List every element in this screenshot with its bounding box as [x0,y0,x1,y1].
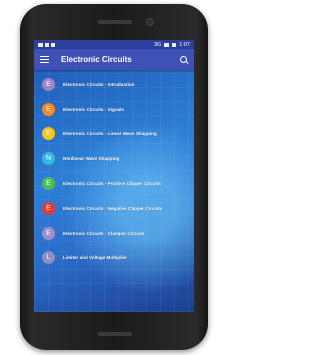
list-item[interactable]: E Electronic Circuits - Positive Clipper… [34,171,194,196]
list-item-label: Electronic Circuits - Introduction [63,81,135,87]
status-bar: 3G 1:07 [34,40,194,49]
list-item[interactable]: L Limiter and Voltage Multiplier [34,246,194,271]
signal-icon [164,42,170,47]
clock-time: 1:07 [179,41,190,48]
list-item[interactable]: E Electronic Circuits - Signals [34,97,194,122]
letter-avatar: L [42,251,55,265]
list-item[interactable]: E Electronic Circuits - Negative Clipper… [34,196,194,221]
front-camera [146,18,154,26]
network-type-text: 3G [153,41,162,48]
letter-avatar: E [42,201,55,215]
notification-icon [38,42,43,47]
chapter-list: E Electronic Circuits - Introduction E E… [34,70,194,270]
letter-avatar: E [42,177,55,191]
letter-avatar: E [42,102,55,116]
letter-avatar: E [42,77,55,91]
earpiece-speaker [98,20,132,24]
list-item-label: Limiter and Voltage Multiplier [63,255,127,261]
app-title: Electronic Circuits [61,55,132,64]
app-bar: Electronic Circuits [34,49,194,70]
letter-avatar: N [42,152,55,166]
list-item[interactable]: E Electronic Circuits - Linear Wave Shap… [34,122,194,147]
list-item[interactable]: N Nonlinear Wave Shapping [34,146,194,171]
list-item-label: Electronic Circuits - Negative Clipper C… [63,205,163,211]
notification-icons [38,42,55,47]
list-item-label: Electronic Circuits - Linear Wave Shappi… [63,131,157,137]
list-item-label: Electronic Circuits - Signals [63,106,125,112]
notification-icon [45,42,49,47]
notification-icon [51,42,55,47]
search-icon[interactable] [180,55,188,64]
list-item[interactable]: E Electronic Circuits - Clamper Circuits [34,221,194,246]
list-item-label: Electronic Circuits - Positive Clipper C… [63,181,161,187]
letter-avatar: E [42,127,55,141]
letter-avatar: E [42,226,55,240]
menu-icon[interactable] [40,56,49,64]
app-screen: 3G 1:07 Electronic Circuits E Electronic… [34,40,194,312]
list-item[interactable]: E Electronic Circuits - Introduction [34,72,194,97]
battery-icon [172,42,177,47]
list-item-label: Nonlinear Wave Shapping [63,156,120,162]
list-item-label: Electronic Circuits - Clamper Circuits [63,230,145,236]
bottom-speaker [98,332,132,336]
